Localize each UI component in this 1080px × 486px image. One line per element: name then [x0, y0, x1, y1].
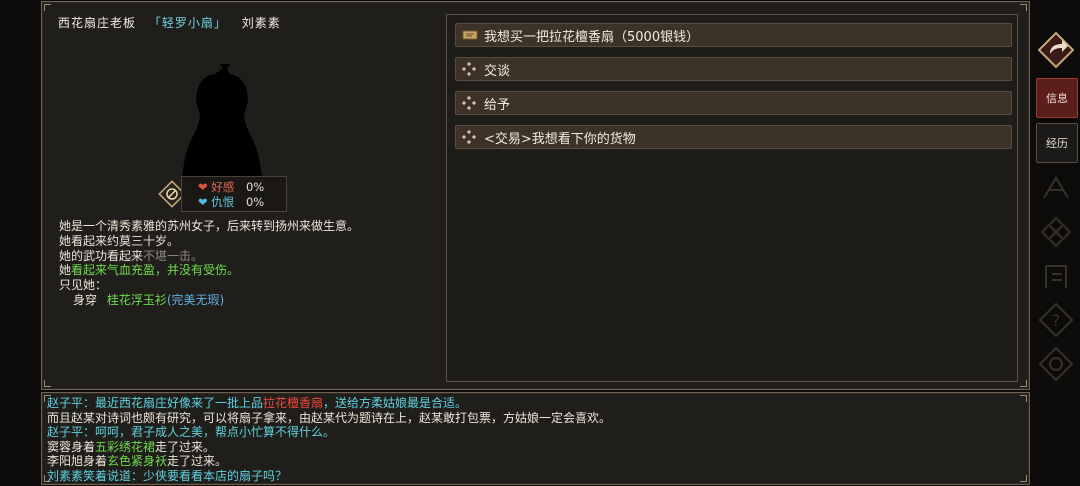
option-give[interactable]: 给予: [455, 91, 1012, 115]
wear-item-link[interactable]: 桂花浮玉衫: [107, 293, 167, 307]
heart-blue-icon: ❤: [198, 195, 208, 209]
faded-skill-icon: [1036, 212, 1076, 252]
npc-description: 她是一个清秀素雅的苏州女子，后来转到扬州来做生意。 她看起来约莫三十岁。 她的武…: [59, 219, 359, 308]
desc-text: 她的武功看起来: [59, 248, 144, 263]
desc-line: 她看起来气血充盈，并没有受伤。: [59, 263, 359, 278]
log-line: 赵子平：最近西花扇庄好像来了一批上品拉花檀香扇，送给方柔姑娘最是合适。: [47, 396, 611, 411]
log-text: ，送给方柔姑娘最是合适。: [323, 396, 468, 410]
log-item-link[interactable]: 玄色紧身袄: [107, 454, 167, 468]
relation-box: ❤ 好感 0% ❤ 仇恨 0%: [181, 176, 287, 212]
log-text: 窦蓉身着: [47, 439, 96, 454]
option-talk[interactable]: 交谈: [455, 57, 1012, 81]
corner-ornament: [1020, 395, 1027, 402]
option-label: 交谈: [484, 63, 511, 79]
log-line: 赵子平：呵呵，君子成人之美，帮点小忙算不得什么。: [47, 425, 336, 440]
npc-title: 西花扇庄老板: [58, 16, 137, 30]
log-line: 窦蓉身着五彩绣花裙走了过来。: [47, 440, 611, 455]
experience-tab-button[interactable]: 经历: [1036, 123, 1078, 163]
wear-line: 身穿 桂花浮玉衫(完美无瑕): [59, 293, 359, 308]
npc-header: 西花扇庄老板 「轻罗小扇」 刘素素: [58, 14, 281, 31]
desc-text: 她: [59, 263, 72, 278]
martial-level: 不堪一击。: [143, 248, 204, 263]
message-log: 赵子平：最近西花扇庄好像来了一批上品拉花檀香扇，送给方柔姑娘最是合适。 而且赵某…: [47, 396, 611, 484]
log-text: 最近西花扇庄好像来了一批上品: [95, 396, 264, 410]
hatred-value: 0%: [245, 195, 265, 209]
info-tab-button[interactable]: 信息: [1036, 78, 1078, 118]
log-speaker: 赵子平：: [47, 396, 96, 410]
diamond-icon: [462, 96, 484, 110]
corner-ornament: [44, 380, 51, 387]
option-trade[interactable]: <交易>我想看下你的货物: [455, 125, 1012, 149]
scroll-icon: [462, 29, 484, 41]
wear-quality: (完美无瑕): [166, 292, 225, 307]
hatred-row: ❤ 仇恨 0%: [198, 194, 264, 210]
desc-line: 只见她：: [59, 278, 108, 293]
corner-ornament: [1020, 380, 1027, 387]
npc-nickname: 「轻罗小扇」: [148, 16, 227, 30]
log-text: 走了过来。: [155, 439, 216, 454]
desc-line: 她是一个清秀素雅的苏州女子，后来转到扬州来做生意。: [59, 219, 360, 233]
info-tab-label: 信息: [1046, 92, 1068, 105]
affinity-label: 好感: [211, 180, 235, 194]
back-arrow-icon[interactable]: [1036, 30, 1076, 70]
dialog-options-panel: 我想买一把拉花檀香扇（5000银钱） 交谈 给予 <交易>我想看下你的货物: [446, 14, 1018, 382]
option-label: 给予: [484, 97, 511, 113]
log-text: 走了过来。: [167, 454, 228, 469]
corner-ornament: [44, 4, 51, 11]
faded-martial-icon: [1036, 168, 1076, 208]
hatred-label: 仇恨: [211, 195, 235, 209]
log-item-link[interactable]: 五彩绣花裙: [95, 440, 155, 454]
diamond-icon: [462, 130, 484, 144]
affinity-row: ❤ 好感 0%: [198, 179, 264, 195]
faded-settings-icon: [1036, 344, 1076, 384]
log-item-link[interactable]: 拉花檀香扇: [263, 396, 323, 410]
faded-sect-icon: [1036, 256, 1076, 296]
wear-label: 身穿: [73, 292, 98, 307]
experience-tab-label: 经历: [1046, 137, 1068, 150]
log-line: 李阳旭身着玄色紧身袄走了过来。: [47, 454, 611, 469]
option-label: <交易>我想看下你的货物: [484, 131, 636, 147]
log-line: 而且赵某对诗词也颇有研究，可以将扇子拿来，由赵某代为题诗在上，赵某敢打包票，方姑…: [47, 410, 612, 425]
health-status: 看起来气血充盈，并没有受伤。: [71, 263, 240, 278]
heart-red-icon: ❤: [198, 180, 208, 194]
corner-ornament: [1020, 4, 1027, 11]
desc-line: 她看起来约莫三十岁。: [59, 233, 180, 248]
log-line: 刘素素笑着说道：少侠要看看本店的扇子吗？: [47, 468, 288, 483]
affinity-value: 0%: [245, 180, 265, 194]
option-buy-fan[interactable]: 我想买一把拉花檀香扇（5000银钱）: [455, 23, 1012, 47]
corner-ornament: [1020, 475, 1027, 482]
faded-help-icon: ?: [1036, 300, 1076, 340]
log-text: 李阳旭身着: [47, 454, 108, 469]
npc-name: 刘素素: [241, 16, 281, 30]
desc-line: 她的武功看起来不堪一击。: [59, 249, 359, 264]
svg-text:?: ?: [1052, 311, 1061, 330]
option-label: 我想买一把拉花檀香扇（5000银钱）: [484, 29, 700, 45]
diamond-icon: [462, 62, 484, 76]
npc-portrait-silhouette: [181, 64, 263, 182]
